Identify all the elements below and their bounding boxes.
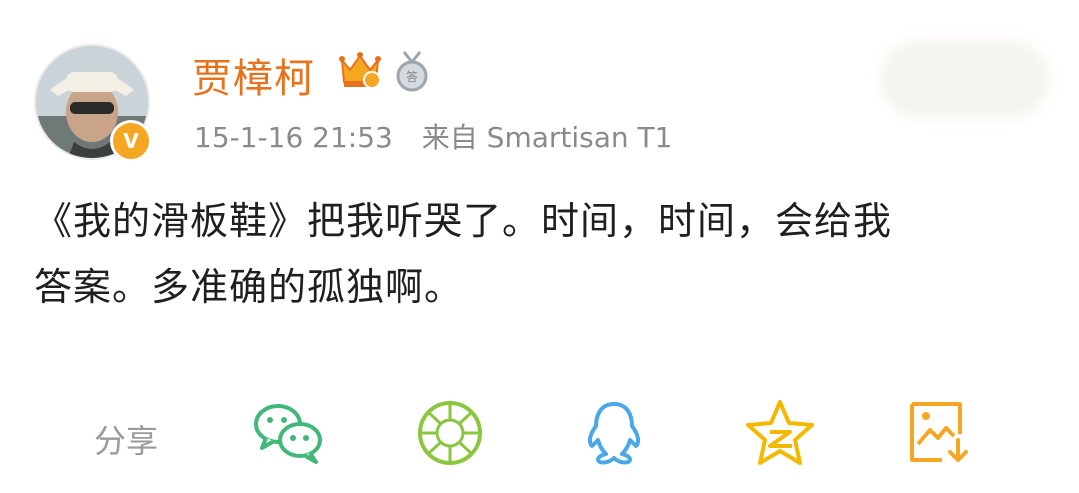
username[interactable]: 贾樟柯 <box>192 46 315 104</box>
post-content-line: 答案。多准确的孤独啊。 <box>34 265 464 309</box>
medal-badge-icon[interactable]: 答 <box>392 50 432 96</box>
post-content: 《我的滑板鞋》把我听哭了。时间，时间，会给我 答案。多准确的孤独啊。 <box>34 188 1044 320</box>
crown-member-icon[interactable] <box>338 50 382 94</box>
svg-text:答: 答 <box>406 69 418 84</box>
share-bar: 分享 <box>0 392 1079 482</box>
avatar[interactable]: V <box>34 44 152 162</box>
follow-button[interactable] <box>880 40 1050 118</box>
post-meta: 15-1-16 21:53 来自 Smartisan T1 <box>194 116 692 156</box>
qq-icon[interactable] <box>574 398 654 468</box>
verified-badge-icon: V <box>110 120 152 162</box>
wechat-icon[interactable] <box>248 398 328 468</box>
qzone-icon[interactable] <box>740 398 820 468</box>
share-label: 分享 <box>94 422 159 460</box>
post-source[interactable]: 来自 Smartisan T1 <box>422 121 673 154</box>
weibo-post-card: V 贾樟柯 答 15-1-16 21:53 来自 Smartisan T1 《我… <box>0 0 1079 493</box>
save-image-icon[interactable] <box>902 398 982 468</box>
moments-icon[interactable] <box>410 398 490 468</box>
post-content-line: 《我的滑板鞋》把我听哭了。时间，时间，会给我 <box>34 199 893 243</box>
post-timestamp: 15-1-16 21:53 <box>194 121 393 154</box>
